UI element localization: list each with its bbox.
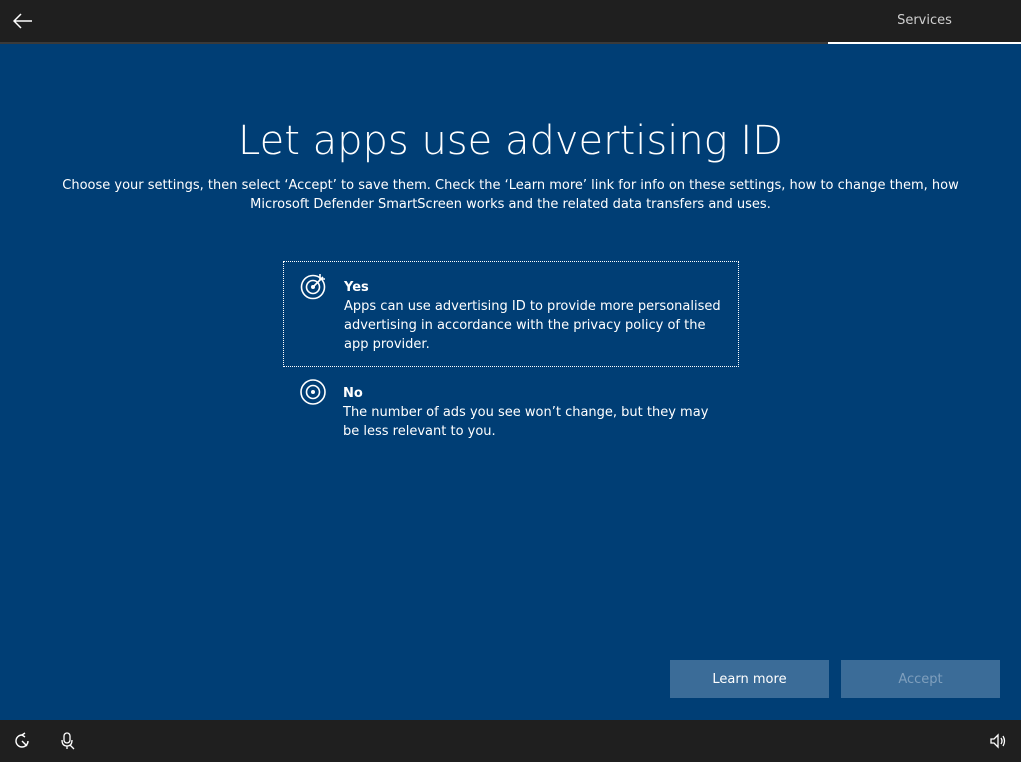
accept-button[interactable]: Accept: [841, 660, 1000, 698]
ease-of-access-icon[interactable]: [13, 732, 31, 750]
microphone-icon[interactable]: [59, 732, 77, 750]
back-button[interactable]: [8, 6, 38, 36]
back-arrow-icon: [13, 13, 32, 29]
option-yes[interactable]: Yes Apps can use advertising ID to provi…: [283, 261, 739, 367]
option-yes-title: Yes: [344, 280, 369, 295]
target-arrow-icon: [300, 274, 326, 300]
subtitle-line-2: Microsoft Defender SmartScreen works and…: [250, 197, 771, 212]
option-no[interactable]: No The number of ads you see won’t chang…: [283, 368, 739, 448]
top-bar: Services: [0, 0, 1021, 44]
option-no-description: The number of ads you see won’t change, …: [343, 405, 709, 439]
page-subtitle: Choose your settings, then select ‘Accep…: [60, 176, 961, 214]
option-no-title: No: [343, 386, 363, 401]
option-yes-description: Apps can use advertising ID to provide m…: [344, 299, 721, 352]
subtitle-line-1: Choose your settings, then select ‘Accep…: [62, 178, 959, 193]
learn-more-button[interactable]: Learn more: [670, 660, 829, 698]
target-icon: [300, 379, 326, 405]
step-indicator-services: Services: [828, 0, 1021, 44]
bottom-bar: [0, 720, 1021, 762]
step-label: Services: [897, 13, 952, 28]
page-title: Let apps use advertising ID: [238, 118, 783, 164]
volume-icon[interactable]: [989, 732, 1007, 750]
